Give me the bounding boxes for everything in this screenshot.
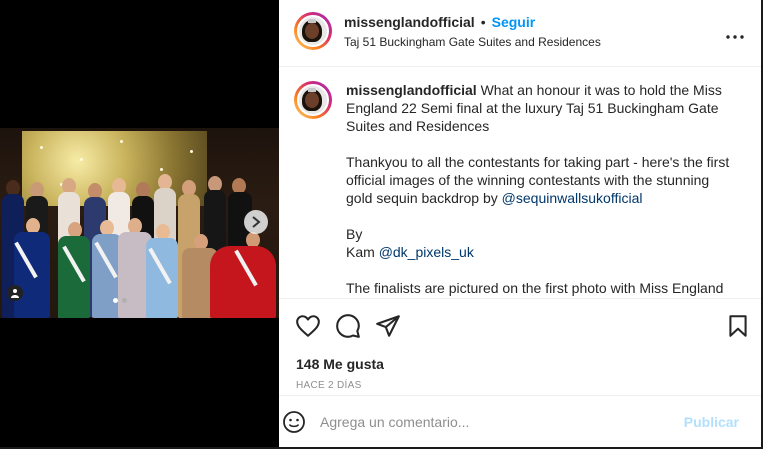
post-media: Kam Pixels: [0, 0, 279, 447]
sparkle: [120, 140, 123, 143]
mention-link[interactable]: @sequinwallsukofficial: [502, 190, 643, 206]
comment-bar: Publicar: [279, 395, 761, 448]
sparkle: [80, 158, 83, 161]
caption-text: By: [346, 226, 363, 242]
caption-avatar[interactable]: [294, 81, 332, 119]
post-actions: [279, 298, 761, 351]
person: [210, 246, 276, 318]
caption-paragraph: missenglandofficial What an honour it wa…: [346, 81, 736, 135]
post-modal: Kam Pixels missenglandofficial • Seguir: [0, 0, 763, 449]
tagged-users-button[interactable]: [7, 285, 23, 301]
post-location[interactable]: Taj 51 Buckingham Gate Suites and Reside…: [344, 35, 601, 49]
caption-scroll-area[interactable]: missenglandofficial What an honour it wa…: [279, 67, 761, 297]
more-horizontal-icon: [726, 35, 744, 39]
caption-text: Kam: [346, 244, 379, 260]
like-button[interactable]: [295, 313, 321, 339]
post-caption: missenglandofficial What an honour it wa…: [346, 81, 736, 297]
share-button[interactable]: [375, 313, 401, 339]
avatar-face: [305, 92, 319, 108]
comment-button[interactable]: [335, 313, 361, 339]
post-sidebar: missenglandofficial • Seguir Taj 51 Buckin…: [279, 0, 761, 447]
user-tag-icon: [11, 289, 19, 298]
carousel-dot: [122, 298, 127, 303]
avatar-image: [297, 84, 329, 116]
follow-button[interactable]: Seguir: [492, 14, 536, 30]
header-user-line: missenglandofficial • Seguir: [344, 14, 535, 32]
send-icon: [376, 315, 400, 337]
comment-icon: [336, 314, 360, 338]
sparkle: [160, 168, 163, 171]
header-separator: •: [480, 14, 486, 30]
publish-button[interactable]: Publicar: [684, 414, 739, 430]
avatar-face: [305, 23, 319, 39]
carousel-dots: [113, 298, 127, 303]
post-header: missenglandofficial • Seguir Taj 51 Buckin…: [279, 0, 761, 67]
save-button[interactable]: [725, 313, 751, 339]
chevron-right-icon: [252, 216, 261, 228]
header-username[interactable]: missenglandofficial: [344, 14, 475, 30]
sparkle: [40, 146, 43, 149]
avatar[interactable]: [294, 12, 332, 50]
more-options-button[interactable]: [726, 23, 744, 44]
comment-input[interactable]: [320, 412, 670, 432]
crown-icon: [308, 19, 316, 23]
post-photo[interactable]: Kam Pixels: [0, 128, 279, 318]
caption-paragraph: Thankyou to all the contestants for taki…: [346, 153, 736, 207]
crown-icon: [308, 88, 316, 92]
heart-icon: [296, 315, 320, 337]
mention-link[interactable]: @dk_pixels_uk: [379, 244, 474, 260]
caption-paragraph: The finalists are pictured on the first …: [346, 279, 736, 297]
caption-username[interactable]: missenglandofficial: [346, 82, 477, 98]
carousel-dot: [113, 298, 118, 303]
caption-paragraph: By Kam @dk_pixels_uk: [346, 225, 736, 261]
post-timestamp[interactable]: HACE 2 DÍAS: [296, 380, 362, 391]
emoji-button[interactable]: [282, 410, 306, 434]
likes-count[interactable]: 148 Me gusta: [296, 356, 384, 372]
avatar-image: [297, 15, 329, 47]
emoji-icon: [283, 411, 305, 433]
next-image-button[interactable]: [244, 210, 268, 234]
sparkle: [190, 150, 193, 153]
caption-text: The finalists are pictured on the first …: [346, 280, 724, 296]
bookmark-icon: [729, 315, 747, 337]
